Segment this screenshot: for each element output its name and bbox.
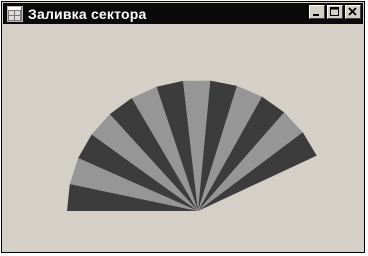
application-icon[interactable] bbox=[7, 5, 23, 22]
title-bar[interactable]: Заливка сектора bbox=[3, 3, 363, 24]
maximize-button[interactable] bbox=[327, 5, 343, 19]
close-icon bbox=[348, 7, 357, 16]
window-title: Заливка сектора bbox=[28, 5, 147, 22]
minimize-button[interactable] bbox=[309, 5, 325, 19]
minimize-icon bbox=[313, 14, 319, 16]
maximize-icon bbox=[330, 7, 339, 16]
window-controls bbox=[307, 5, 361, 19]
client-area bbox=[3, 25, 363, 251]
close-button[interactable] bbox=[345, 5, 361, 19]
sector-drawing bbox=[67, 80, 317, 211]
app-window: Заливка сектора bbox=[1, 1, 365, 253]
